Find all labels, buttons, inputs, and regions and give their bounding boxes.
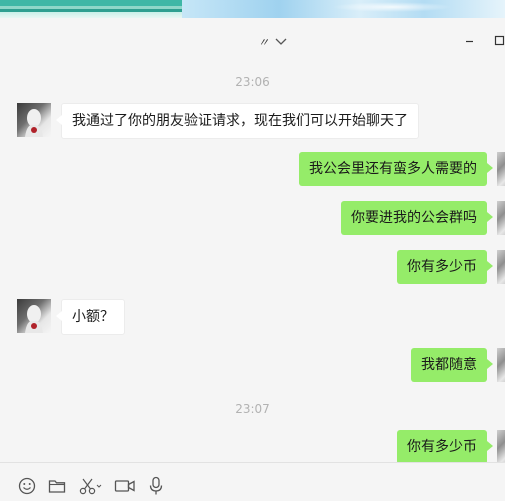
chevron-down-icon (275, 38, 287, 45)
message-outgoing[interactable]: 我都随意 (411, 348, 493, 382)
my-avatar[interactable] (497, 250, 505, 284)
minimize-icon[interactable] (464, 35, 476, 47)
chat-title: 〃 (258, 36, 269, 49)
message-outgoing[interactable]: 我公会里还有蛮多人需要的 (299, 152, 493, 186)
message-outgoing[interactable]: 你有多少币 (397, 250, 493, 284)
video-call-icon[interactable] (114, 476, 136, 496)
desktop-background-right (182, 0, 505, 18)
my-avatar[interactable] (497, 348, 505, 382)
desktop-background-strip (0, 0, 505, 18)
desktop-background-left (0, 0, 182, 18)
chat-header: 〃 (0, 18, 505, 64)
chat-title-dropdown[interactable]: 〃 (258, 34, 288, 50)
my-avatar[interactable] (497, 430, 505, 462)
maximize-icon[interactable] (494, 35, 505, 47)
message-outgoing[interactable]: 你要进我的公会群吗 (341, 201, 493, 235)
contact-avatar[interactable] (17, 103, 51, 137)
timestamp: 23:06 (235, 75, 270, 89)
message-outgoing[interactable]: 你有多少币 (397, 430, 493, 462)
avatar-image (25, 109, 43, 137)
contact-avatar[interactable] (17, 299, 51, 333)
my-avatar[interactable] (497, 201, 505, 235)
input-toolbar (0, 462, 505, 501)
timestamp: 23:07 (235, 402, 270, 416)
message-incoming[interactable]: 我通过了你的朋友验证请求，现在我们可以开始聊天了 (56, 103, 419, 139)
my-avatar[interactable] (497, 152, 505, 186)
scissors-icon[interactable] (79, 476, 103, 496)
avatar-image (25, 305, 43, 333)
folder-icon[interactable] (48, 476, 66, 496)
emoji-icon[interactable] (18, 476, 36, 496)
message-incoming[interactable]: 小额？ (56, 299, 125, 335)
microphone-icon[interactable] (148, 476, 164, 496)
message-list[interactable]: 23:06 我通过了你的朋友验证请求，现在我们可以开始聊天了 我公会里还有蛮多人… (0, 64, 505, 462)
